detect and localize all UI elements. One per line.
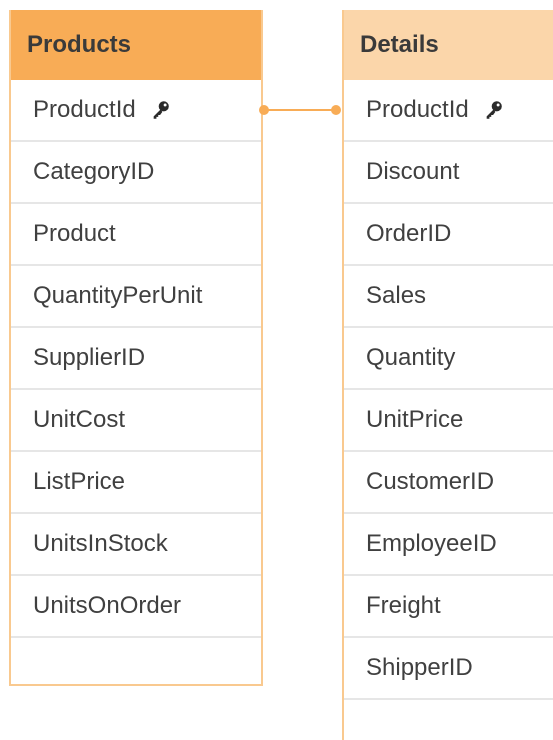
details-field-name: CustomerID — [366, 468, 495, 495]
products-field-name: UnitsInStock — [33, 530, 168, 557]
products-field-name: ListPrice — [33, 468, 126, 495]
products-field-row[interactable]: UnitCost — [11, 390, 261, 452]
products-field-name: ProductId — [33, 96, 136, 123]
details-field-row[interactable]: Freight — [344, 576, 553, 638]
products-field-name: Product — [33, 220, 116, 247]
details-field-name: OrderID — [366, 220, 452, 247]
details-field-name: UnitPrice — [366, 406, 464, 433]
details-field-name: Discount — [366, 158, 460, 185]
details-field-row[interactable]: ProductId — [344, 80, 553, 142]
products-field-row[interactable]: CategoryID — [11, 142, 261, 204]
details-field-row[interactable]: Quantity — [344, 328, 553, 390]
key-icon — [486, 101, 502, 119]
details-field-name: Sales — [366, 282, 427, 309]
products-table-header[interactable]: Products — [11, 10, 261, 80]
products-field-row[interactable]: UnitsInStock — [11, 514, 261, 576]
details-field-name: EmployeeID — [366, 530, 497, 557]
products-table[interactable]: Products ProductId CategoryID Product Qu… — [9, 10, 263, 686]
details-field-row[interactable]: Discount — [344, 142, 553, 204]
details-table[interactable]: Details ProductId Discount OrderID Sales… — [342, 10, 553, 740]
products-field-row[interactable]: ListPrice — [11, 452, 261, 514]
details-field-row[interactable]: CustomerID — [344, 452, 553, 514]
details-field-row[interactable]: UnitPrice — [344, 390, 553, 452]
products-field-name: UnitCost — [33, 406, 126, 433]
details-field-name: Quantity — [366, 344, 456, 371]
details-field-row[interactable]: EmployeeID — [344, 514, 553, 576]
details-field-row[interactable]: OrderID — [344, 204, 553, 266]
products-field-name: SupplierID — [33, 344, 146, 371]
details-field-name: ShipperID — [366, 654, 473, 681]
products-empty-row — [11, 638, 261, 700]
details-empty-row — [344, 700, 553, 740]
products-field-row[interactable]: ProductId — [11, 80, 261, 142]
products-field-row[interactable]: QuantityPerUnit — [11, 266, 261, 328]
products-field-row[interactable]: Product — [11, 204, 261, 266]
details-table-title: Details — [360, 31, 439, 58]
details-field-row[interactable]: ShipperID — [344, 638, 553, 700]
diagram-canvas: Products ProductId CategoryID Product Qu… — [0, 0, 553, 740]
products-field-row[interactable]: SupplierID — [11, 328, 261, 390]
products-field-name: CategoryID — [33, 158, 155, 185]
products-field-row[interactable]: UnitsOnOrder — [11, 576, 261, 638]
products-field-name: QuantityPerUnit — [33, 282, 203, 309]
details-field-name: Freight — [366, 592, 441, 619]
details-field-name: ProductId — [366, 96, 469, 123]
products-table-title: Products — [27, 31, 132, 58]
key-icon — [153, 101, 169, 119]
products-field-name: UnitsOnOrder — [33, 592, 182, 619]
connector-endpoint-right — [331, 105, 341, 115]
details-field-row[interactable]: Sales — [344, 266, 553, 328]
details-table-header[interactable]: Details — [344, 10, 553, 80]
